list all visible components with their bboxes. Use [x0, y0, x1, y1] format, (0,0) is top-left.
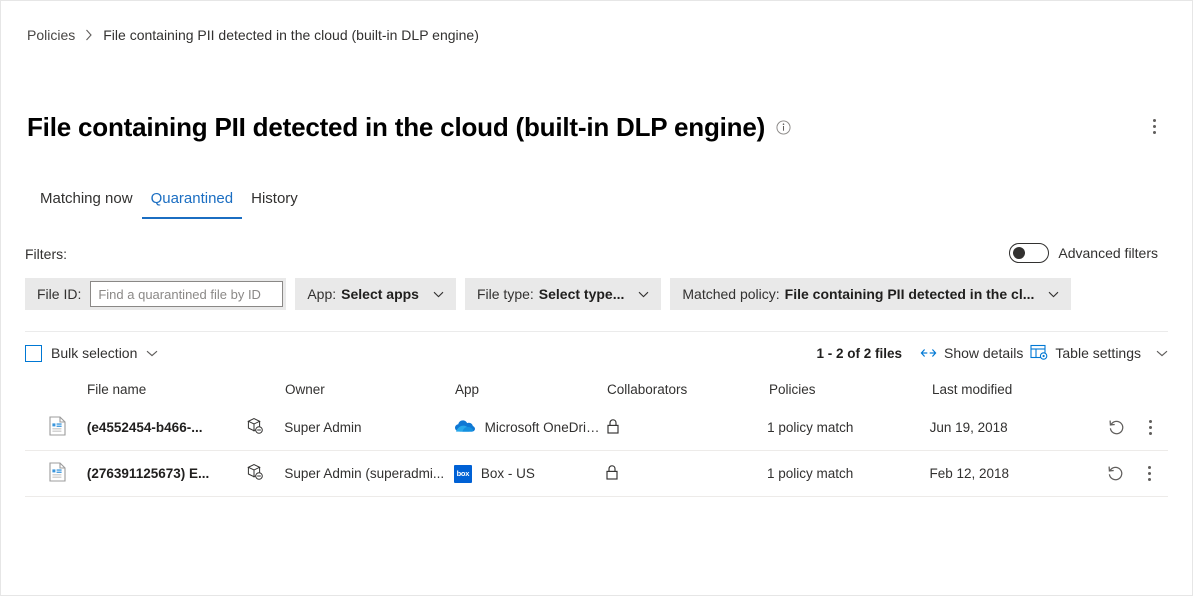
breadcrumb: Policies File containing PII detected in… [27, 25, 479, 45]
info-icon[interactable] [776, 120, 791, 135]
app-name-text: Microsoft OneDrive ... [485, 420, 606, 435]
box-icon: box [454, 465, 472, 483]
chevron-down-icon [1156, 350, 1168, 357]
file-type-filter-label: File type: [477, 286, 534, 302]
owner-text: Super Admin [284, 420, 361, 435]
filter-app[interactable]: App: Select apps [295, 278, 456, 310]
tab-quarantined[interactable]: Quarantined [142, 189, 243, 219]
table-row[interactable]: (276391125673) E... Super Admin (superad… [25, 451, 1168, 497]
file-name-cell[interactable]: (276391125673) E... [87, 466, 247, 481]
file-name-text: (e4552454-b466-... [87, 420, 203, 435]
show-details-label: Show details [944, 343, 1023, 363]
file-type-filter-value: Select type... [539, 286, 625, 302]
filter-file-id: File ID: [25, 278, 286, 310]
chevron-right-icon [85, 29, 93, 41]
file-type-icon-cell [25, 416, 87, 439]
toggle-knob [1013, 247, 1025, 259]
app-filter-value: Select apps [341, 286, 419, 302]
app-filter-label: App: [307, 286, 336, 302]
file-name-text: (276391125673) E... [87, 466, 209, 481]
chevron-down-icon [1048, 291, 1059, 298]
owner-icon-cell [246, 463, 284, 484]
restore-icon[interactable] [1104, 462, 1128, 486]
row-actions-cell [1104, 462, 1168, 486]
lock-icon [606, 418, 620, 438]
column-header-owner[interactable]: Owner [285, 382, 455, 397]
owner-cell: Super Admin (superadmi... [284, 466, 454, 481]
expand-arrows-icon [920, 345, 937, 361]
breadcrumb-current: File containing PII detected in the clou… [103, 25, 479, 45]
file-id-label: File ID: [37, 286, 81, 302]
advanced-filters-toggle[interactable] [1009, 243, 1049, 263]
advanced-filters-label: Advanced filters [1058, 243, 1158, 263]
lock-icon [605, 464, 619, 484]
last-modified-cell: Feb 12, 2018 [929, 466, 1104, 481]
owner-text: Super Admin (superadmi... [284, 466, 444, 481]
matched-policy-filter-value: File containing PII detected in the cl..… [785, 286, 1035, 302]
file-id-input[interactable] [90, 281, 283, 307]
page-more-actions-button[interactable] [1142, 114, 1166, 138]
app-name-text: Box - US [481, 466, 535, 481]
column-header-policies[interactable]: Policies [769, 382, 932, 397]
table-row[interactable]: (e4552454-b466-... Super Admin [25, 405, 1168, 451]
column-header-collaborators[interactable]: Collaborators [607, 382, 769, 397]
policies-cell: 1 policy match [767, 420, 929, 435]
restore-icon[interactable] [1104, 416, 1128, 440]
filter-bar: File ID: App: Select apps File type: Sel… [25, 278, 1071, 310]
quarantined-files-page: Policies File containing PII detected in… [0, 0, 1193, 596]
column-header-file-name[interactable]: File name [87, 382, 247, 397]
row-more-actions-button[interactable] [1140, 416, 1160, 440]
file-name-cell[interactable]: (e4552454-b466-... [87, 420, 246, 435]
policies-text: 1 policy match [767, 466, 853, 481]
app-cell: Microsoft OneDrive ... [454, 419, 606, 436]
chevron-down-icon [638, 291, 649, 298]
toolbar-right: 1 - 2 of 2 files Show details [816, 343, 1168, 363]
filters-label: Filters: [25, 244, 67, 264]
page-header: File containing PII detected in the clou… [27, 111, 1166, 143]
policies-cell: 1 policy match [767, 466, 930, 481]
bulk-selection-checkbox[interactable] [25, 345, 42, 362]
table-settings-label: Table settings [1055, 343, 1141, 363]
box-icon-text: box [457, 469, 469, 478]
chevron-down-icon[interactable] [146, 344, 158, 362]
cube-user-icon [246, 417, 264, 438]
column-header-app[interactable]: App [455, 382, 607, 397]
tab-history[interactable]: History [242, 189, 307, 219]
filter-matched-policy[interactable]: Matched policy: File containing PII dete… [670, 278, 1071, 310]
advanced-filters-control[interactable]: Advanced filters [1009, 243, 1158, 263]
bulk-selection-label: Bulk selection [51, 343, 137, 363]
tab-list: Matching now Quarantined History [31, 189, 307, 219]
show-details-button[interactable]: Show details [920, 343, 1023, 363]
cube-user-icon [246, 463, 264, 484]
matched-policy-filter-label: Matched policy: [682, 286, 779, 302]
table-toolbar: Bulk selection 1 - 2 of 2 files Show det… [25, 331, 1168, 374]
owner-icon-cell [246, 417, 284, 438]
row-more-actions-button[interactable] [1140, 462, 1160, 486]
filter-file-type[interactable]: File type: Select type... [465, 278, 661, 310]
last-modified-cell: Jun 19, 2018 [930, 420, 1104, 435]
onedrive-icon [454, 419, 476, 436]
tab-matching-now[interactable]: Matching now [31, 189, 142, 219]
last-modified-text: Jun 19, 2018 [930, 420, 1008, 435]
owner-cell: Super Admin [284, 420, 453, 435]
document-icon [49, 416, 66, 439]
column-header-last-modified[interactable]: Last modified [932, 382, 1107, 397]
bulk-selection-control[interactable]: Bulk selection [25, 343, 158, 363]
breadcrumb-policies-link[interactable]: Policies [27, 25, 75, 45]
document-icon [49, 462, 66, 485]
page-title: File containing PII detected in the clou… [27, 111, 765, 143]
quarantined-files-table: File name Owner App Collaborators Polici… [25, 373, 1168, 497]
table-settings-icon [1030, 344, 1048, 363]
policies-text: 1 policy match [767, 420, 853, 435]
row-actions-cell [1104, 416, 1168, 440]
chevron-down-icon [433, 291, 444, 298]
last-modified-text: Feb 12, 2018 [929, 466, 1009, 481]
file-count-label: 1 - 2 of 2 files [816, 346, 902, 361]
file-type-icon-cell [25, 462, 87, 485]
collaborators-cell [605, 464, 767, 484]
app-cell: box Box - US [454, 465, 606, 483]
collaborators-cell [606, 418, 767, 438]
table-header-row: File name Owner App Collaborators Polici… [25, 373, 1168, 405]
table-settings-button[interactable]: Table settings [1030, 343, 1168, 363]
